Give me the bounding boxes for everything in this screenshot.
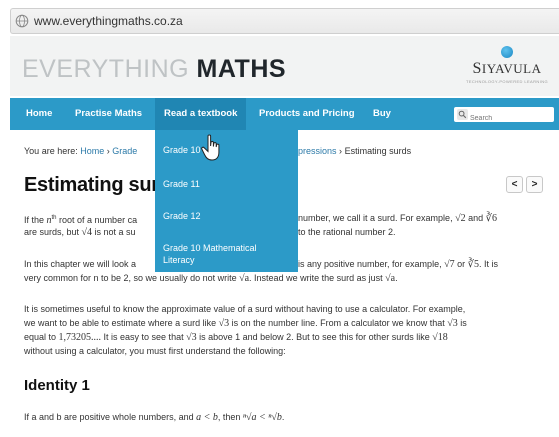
siyavula-dot-icon	[501, 46, 513, 58]
paragraph-1-line-2: are surds, but √4 is not a su	[24, 227, 136, 238]
breadcrumb-separator: ›	[106, 146, 110, 156]
hand-cursor-icon	[201, 134, 220, 161]
paragraph-2-line-1-right: is any positive number, for example, √7 …	[298, 259, 498, 270]
breadcrumb-separator: ›	[339, 146, 343, 156]
paragraph-2-line-1: In this chapter we will look a	[24, 259, 137, 269]
dropdown-grade-10-math-lit[interactable]: Grade 10 Mathematical	[163, 242, 257, 254]
nav-home[interactable]: Home	[26, 98, 52, 130]
siyavula-tagline: TECHNOLOGY-POWERED LEARNING	[466, 79, 548, 84]
paragraph-3-line-4: without using a calculator, you must fir…	[24, 346, 286, 356]
breadcrumb-tail: pressions › Estimating surds	[298, 146, 411, 156]
textbook-dropdown: Grade 10 Grade 11 Grade 12 Grade 10 Math…	[155, 130, 298, 272]
dropdown-grade-12[interactable]: Grade 12	[163, 210, 201, 222]
search-box[interactable]	[454, 107, 554, 126]
paragraph-3-line-2: we want to be able to estimate where a s…	[24, 318, 467, 329]
paragraph-1-line-1-right: number, we call it a surd. For example, …	[298, 213, 497, 224]
next-page-button[interactable]: >	[526, 176, 543, 193]
paragraph-2-line-2: very common for n to be 2, so we usually…	[24, 273, 398, 284]
breadcrumb-section[interactable]: pressions	[298, 146, 337, 156]
prev-page-button[interactable]: <	[506, 176, 523, 193]
browser-url-bar[interactable]: www.everythingmaths.co.za	[10, 8, 559, 34]
search-input[interactable]	[454, 111, 554, 126]
nav-practise-maths[interactable]: Practise Maths	[75, 98, 142, 130]
siyavula-name: SIYAVULA	[472, 60, 542, 77]
site-header: EVERYTHING MATHS SIYAVULA TECHNOLOGY-POW…	[10, 36, 559, 96]
paragraph-1-line-1: If the nth root of a number ca	[24, 215, 138, 226]
url-text[interactable]: www.everythingmaths.co.za	[34, 14, 183, 28]
dropdown-grade-10-math-lit-line2[interactable]: Literacy	[163, 254, 195, 266]
paragraph-3-line-3: equal to 1,73205.... It is easy to see t…	[24, 332, 448, 343]
dropdown-grade-11[interactable]: Grade 11	[163, 178, 200, 190]
identity-statement: If a and b are positive whole numbers, a…	[24, 412, 285, 423]
breadcrumb-prefix: You are here:	[24, 146, 78, 156]
logo-bold-text: MATHS	[196, 55, 287, 83]
logo-light-text: EVERYTHING	[22, 55, 197, 83]
dropdown-grade-10[interactable]: Grade 10	[163, 144, 201, 156]
globe-icon	[15, 14, 29, 28]
paragraph-3-line-1: It is sometimes useful to know the appro…	[24, 304, 466, 314]
breadcrumb-home[interactable]: Home	[80, 146, 104, 156]
site-logo[interactable]: EVERYTHING MATHS	[22, 55, 286, 84]
paragraph-1-line-2-right: to the rational number 2.	[298, 227, 396, 237]
breadcrumb-grade[interactable]: Grade	[112, 146, 137, 156]
main-nav: Home Practise Maths Read a textbook Prod…	[10, 98, 559, 130]
siyavula-logo[interactable]: SIYAVULA TECHNOLOGY-POWERED LEARNING	[463, 46, 551, 84]
nav-read-a-textbook[interactable]: Read a textbook	[155, 98, 247, 130]
nav-products-and-pricing[interactable]: Products and Pricing	[259, 98, 355, 130]
breadcrumb-current: Estimating surds	[344, 146, 412, 156]
breadcrumb: You are here: Home › Grade	[24, 146, 137, 156]
identity-heading: Identity 1	[24, 377, 90, 394]
nav-buy[interactable]: Buy	[373, 98, 391, 130]
search-icon	[457, 109, 468, 120]
